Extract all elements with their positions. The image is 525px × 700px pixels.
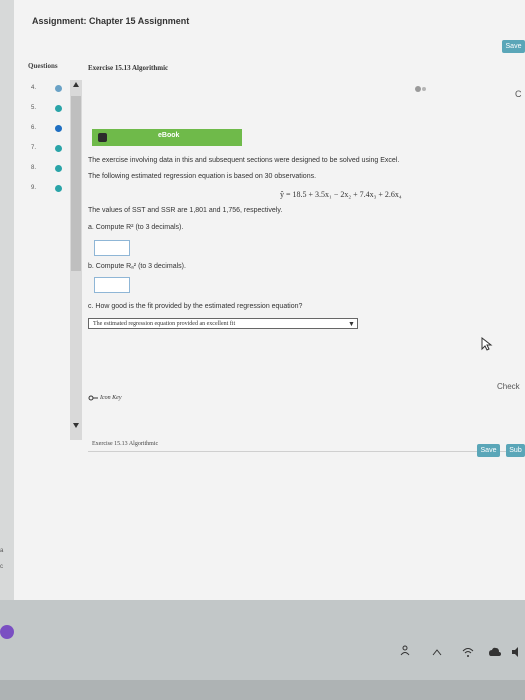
- fit-select[interactable]: The estimated regression equation provid…: [88, 318, 358, 329]
- sst-ssr-text: The values of SST and SSR are 1,801 and …: [88, 207, 283, 214]
- question-item[interactable]: 6.: [28, 120, 76, 138]
- save-button-bottom[interactable]: Save: [477, 444, 500, 457]
- screen: Assignment: Chapter 15 Assignment Save Q…: [0, 0, 525, 600]
- ebook-bar[interactable]: eBook: [92, 129, 242, 146]
- decorative-icon: [412, 84, 430, 94]
- left-edge-letter-a: a: [0, 548, 4, 554]
- questions-scrollbar-thumb[interactable]: [71, 96, 81, 271]
- chevron-up-icon[interactable]: [432, 648, 442, 656]
- question-item[interactable]: 7.: [28, 140, 76, 158]
- icon-key-label[interactable]: Icon Key: [100, 395, 122, 401]
- bezel: [0, 680, 525, 700]
- question-item[interactable]: 8.: [28, 160, 76, 178]
- people-icon[interactable]: [400, 644, 412, 656]
- regression-equation: ŷ = 18.5 + 3.5x₁ − 2x₂ + 7.4x₃ + 2.6x₄: [280, 190, 402, 199]
- book-icon: [98, 133, 107, 142]
- part-a-input[interactable]: [94, 240, 130, 256]
- ebook-label: eBook: [158, 132, 180, 139]
- submit-button[interactable]: Sub: [506, 444, 525, 457]
- start-button-icon[interactable]: [0, 625, 14, 639]
- correct-status-icon: [55, 105, 62, 112]
- speaker-icon[interactable]: [511, 646, 523, 658]
- right-letter: C: [515, 89, 522, 99]
- footer-exercise-title: Exercise 15.13 Algorithmic: [92, 441, 159, 447]
- page: [14, 0, 525, 600]
- chevron-down-icon[interactable]: [72, 421, 80, 429]
- left-edge-letter-c: c: [0, 564, 3, 570]
- wifi-icon[interactable]: [462, 646, 474, 658]
- check-button[interactable]: Check: [497, 382, 520, 391]
- part-b-input[interactable]: [94, 277, 130, 293]
- part-a-text: a. Compute R² (to 3 decimals).: [88, 224, 184, 231]
- intro-text: The exercise involving data in this and …: [88, 157, 400, 164]
- chevron-up-icon[interactable]: [72, 81, 80, 89]
- cloud-icon[interactable]: [488, 646, 502, 658]
- part-c-text: c. How good is the fit provided by the e…: [88, 303, 303, 310]
- current-status-icon: [55, 125, 62, 132]
- footer-divider: [88, 451, 525, 452]
- key-icon: [88, 395, 98, 401]
- correct-status-icon: [55, 185, 62, 192]
- question-item[interactable]: 4.: [28, 80, 76, 98]
- assignment-title: Assignment: Chapter 15 Assignment: [32, 16, 190, 26]
- question-item[interactable]: 9.: [28, 180, 76, 198]
- left-browser-strip: [0, 0, 15, 600]
- partial-status-icon: [55, 85, 62, 92]
- correct-status-icon: [55, 145, 62, 152]
- question-item[interactable]: 5.: [28, 100, 76, 118]
- dropdown-arrow-icon: ▼: [348, 320, 355, 328]
- correct-status-icon: [55, 165, 62, 172]
- save-button-top[interactable]: Save: [502, 40, 525, 53]
- equation-intro-text: The following estimated regression equat…: [88, 173, 317, 180]
- mouse-cursor-icon: [480, 337, 494, 351]
- exercise-title: Exercise 15.13 Algorithmic: [88, 64, 169, 72]
- questions-title: Questions: [28, 62, 58, 70]
- part-b-text: b. Compute Rₐ² (to 3 decimals).: [88, 263, 186, 270]
- fit-select-value: The estimated regression equation provid…: [93, 321, 236, 327]
